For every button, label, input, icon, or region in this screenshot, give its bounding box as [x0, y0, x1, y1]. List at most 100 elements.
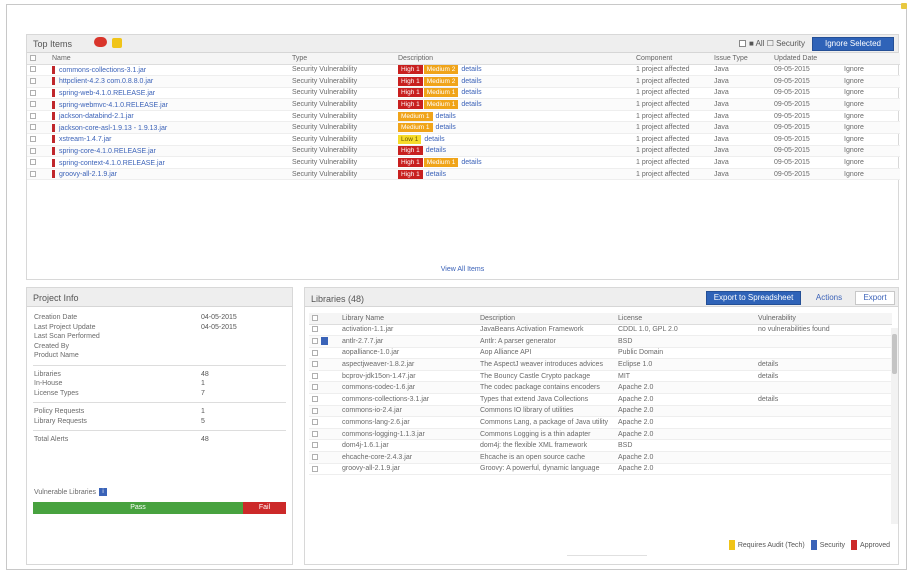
component-cell[interactable]: 1 project affected	[633, 121, 711, 135]
row-checkbox[interactable]	[312, 407, 318, 414]
library-name-link[interactable]: antlr-2.7.7.jar	[339, 335, 477, 348]
details-link[interactable]: details	[461, 159, 481, 166]
row-checkbox[interactable]	[30, 112, 36, 119]
item-name-link[interactable]: jackson-core-asl-1.9.13 - 1.9.13.jar	[59, 125, 167, 132]
row-checkbox[interactable]	[312, 442, 318, 449]
row-checkbox[interactable]	[312, 361, 318, 368]
ignore-selected-button[interactable]: Ignore Selected	[812, 37, 894, 51]
library-name-link[interactable]: commons-logging-1.1.3.jar	[339, 428, 477, 441]
ignore-link[interactable]: Ignore	[841, 156, 900, 169]
item-name-link[interactable]: spring-web-4.1.0.RELEASE.jar	[59, 90, 155, 97]
library-name-link[interactable]: aspectjweaver-1.8.2.jar	[339, 358, 477, 371]
export-button[interactable]: Export	[855, 291, 895, 305]
row-checkbox[interactable]	[30, 124, 36, 131]
details-link[interactable]: details	[424, 136, 444, 143]
table-row[interactable]: aspectjweaver-1.8.2.jar The AspectJ weave…	[309, 358, 892, 371]
row-checkbox[interactable]	[30, 170, 36, 177]
table-row[interactable]: spring-core-4.1.0.RELEASE.jar Security Vu…	[27, 145, 900, 158]
component-cell[interactable]: 1 project affected	[633, 98, 711, 111]
table-row[interactable]: spring-context-4.1.0.RELEASE.jar Security…	[27, 156, 900, 169]
component-cell[interactable]: 1 project affected	[633, 75, 711, 88]
table-row[interactable]: xstream-1.4.7.jar Security Vulnerability L…	[27, 133, 900, 146]
ignore-link[interactable]: Ignore	[841, 110, 900, 123]
library-name-link[interactable]: dom4j-1.6.1.jar	[339, 439, 477, 453]
row-checkbox[interactable]	[30, 159, 36, 166]
table-row[interactable]: groovy-all-2.1.9.jar Security Vulnerabili…	[27, 168, 900, 181]
row-checkbox[interactable]	[312, 430, 318, 437]
ignore-link[interactable]: Ignore	[841, 64, 900, 77]
details-link[interactable]: details	[426, 171, 446, 178]
row-checkbox[interactable]	[312, 326, 318, 333]
select-all-cell[interactable]	[309, 313, 339, 325]
ignore-link[interactable]: Ignore	[841, 133, 900, 146]
library-name-link[interactable]: bcprov-jdk15on-1.47.jar	[339, 370, 477, 383]
row-checkbox[interactable]	[312, 349, 318, 356]
view-all-items-link[interactable]: View All Items	[27, 266, 898, 273]
details-link[interactable]: details	[461, 66, 481, 73]
info-icon[interactable]: i	[99, 488, 107, 496]
row-checkbox[interactable]	[312, 338, 318, 345]
library-name-link[interactable]: ehcache-core-2.4.3.jar	[339, 451, 477, 464]
item-name-link[interactable]: xstream-1.4.7.jar	[59, 136, 112, 143]
export-spreadsheet-button[interactable]: Export to Spreadsheet	[706, 291, 801, 305]
actions-button[interactable]: Actions	[809, 291, 849, 305]
row-checkbox[interactable]	[30, 101, 36, 108]
details-link[interactable]: details	[436, 113, 456, 120]
table-row[interactable]: activation-1.1.jar JavaBeans Activation F…	[309, 324, 892, 337]
component-cell[interactable]: 1 project affected	[633, 64, 711, 77]
library-name-link[interactable]: commons-collections-3.1.jar	[339, 393, 477, 406]
row-checkbox[interactable]	[30, 66, 36, 73]
select-all-checkbox[interactable]	[30, 54, 36, 61]
table-row[interactable]: commons-collections-3.1.jar Types that ex…	[309, 393, 892, 406]
component-cell[interactable]: 1 project affected	[633, 110, 711, 123]
ignore-link[interactable]: Ignore	[841, 121, 900, 135]
row-checkbox[interactable]	[312, 396, 318, 403]
table-row[interactable]: commons-logging-1.1.3.jar Commons Logging…	[309, 428, 892, 441]
item-name-link[interactable]: spring-webmvc-4.1.0.RELEASE.jar	[59, 101, 168, 108]
table-row[interactable]: commons-io-2.4.jar Commons IO library of …	[309, 405, 892, 418]
row-checkbox[interactable]	[312, 384, 318, 391]
row-checkbox[interactable]	[312, 453, 318, 460]
component-cell[interactable]: 1 project affected	[633, 145, 711, 158]
select-all-checkbox[interactable]	[312, 314, 318, 321]
component-cell[interactable]: 1 project affected	[633, 168, 711, 181]
row-checkbox[interactable]	[312, 419, 318, 426]
item-name-link[interactable]: groovy-all-2.1.9.jar	[59, 171, 117, 178]
row-checkbox[interactable]	[30, 147, 36, 154]
ignore-link[interactable]: Ignore	[841, 87, 900, 100]
table-row[interactable]: antlr-2.7.7.jar Antlr: A parser generator…	[309, 335, 892, 348]
library-name-link[interactable]: activation-1.1.jar	[339, 324, 477, 337]
table-row[interactable]: commons-lang-2.6.jar Commons Lang, a pack…	[309, 416, 892, 429]
ignore-link[interactable]: Ignore	[841, 98, 900, 111]
table-row[interactable]: spring-webmvc-4.1.0.RELEASE.jar Security …	[27, 98, 900, 111]
scrollbar-thumb[interactable]	[892, 334, 897, 374]
details-link[interactable]: details	[436, 124, 456, 131]
item-name-link[interactable]: spring-context-4.1.0.RELEASE.jar	[59, 159, 165, 166]
component-cell[interactable]: 1 project affected	[633, 87, 711, 100]
row-checkbox[interactable]	[312, 465, 318, 472]
filter-checkbox[interactable]	[738, 40, 746, 47]
row-checkbox[interactable]	[312, 372, 318, 379]
libraries-scrollbar[interactable]	[891, 328, 898, 524]
item-name-link[interactable]: commons-collections-3.1.jar	[59, 67, 146, 74]
component-cell[interactable]: 1 project affected	[633, 156, 711, 169]
table-row[interactable]: jackson-databind-2.1.jar Security Vulnera…	[27, 110, 900, 123]
details-link[interactable]: details	[461, 78, 481, 85]
table-row[interactable]: bcprov-jdk15on-1.47.jar The Bouncy Castle…	[309, 370, 892, 383]
library-name-link[interactable]: commons-lang-2.6.jar	[339, 416, 477, 429]
ignore-link[interactable]: Ignore	[841, 145, 900, 158]
library-name-link[interactable]: groovy-all-2.1.9.jar	[339, 463, 477, 476]
table-row[interactable]: dom4j-1.6.1.jar dom4j: the flexible XML f…	[309, 439, 892, 453]
details-link[interactable]: details	[426, 147, 446, 154]
component-cell[interactable]: 1 project affected	[633, 133, 711, 146]
item-name-link[interactable]: spring-core-4.1.0.RELEASE.jar	[59, 148, 156, 155]
item-name-link[interactable]: jackson-databind-2.1.jar	[59, 113, 134, 120]
details-link[interactable]: details	[461, 89, 481, 96]
filter-toggle[interactable]: ■ All ☐ Security	[738, 39, 805, 48]
table-row[interactable]: commons-codec-1.6.jar The codec package c…	[309, 381, 892, 395]
details-link[interactable]: details	[461, 101, 481, 108]
table-row[interactable]: aopalliance-1.0.jar Aop Alliance API Publi…	[309, 347, 892, 360]
ignore-link[interactable]: Ignore	[841, 75, 900, 88]
library-name-link[interactable]: commons-io-2.4.jar	[339, 405, 477, 418]
table-row[interactable]: groovy-all-2.1.9.jar Groovy: A powerful, …	[309, 463, 892, 476]
